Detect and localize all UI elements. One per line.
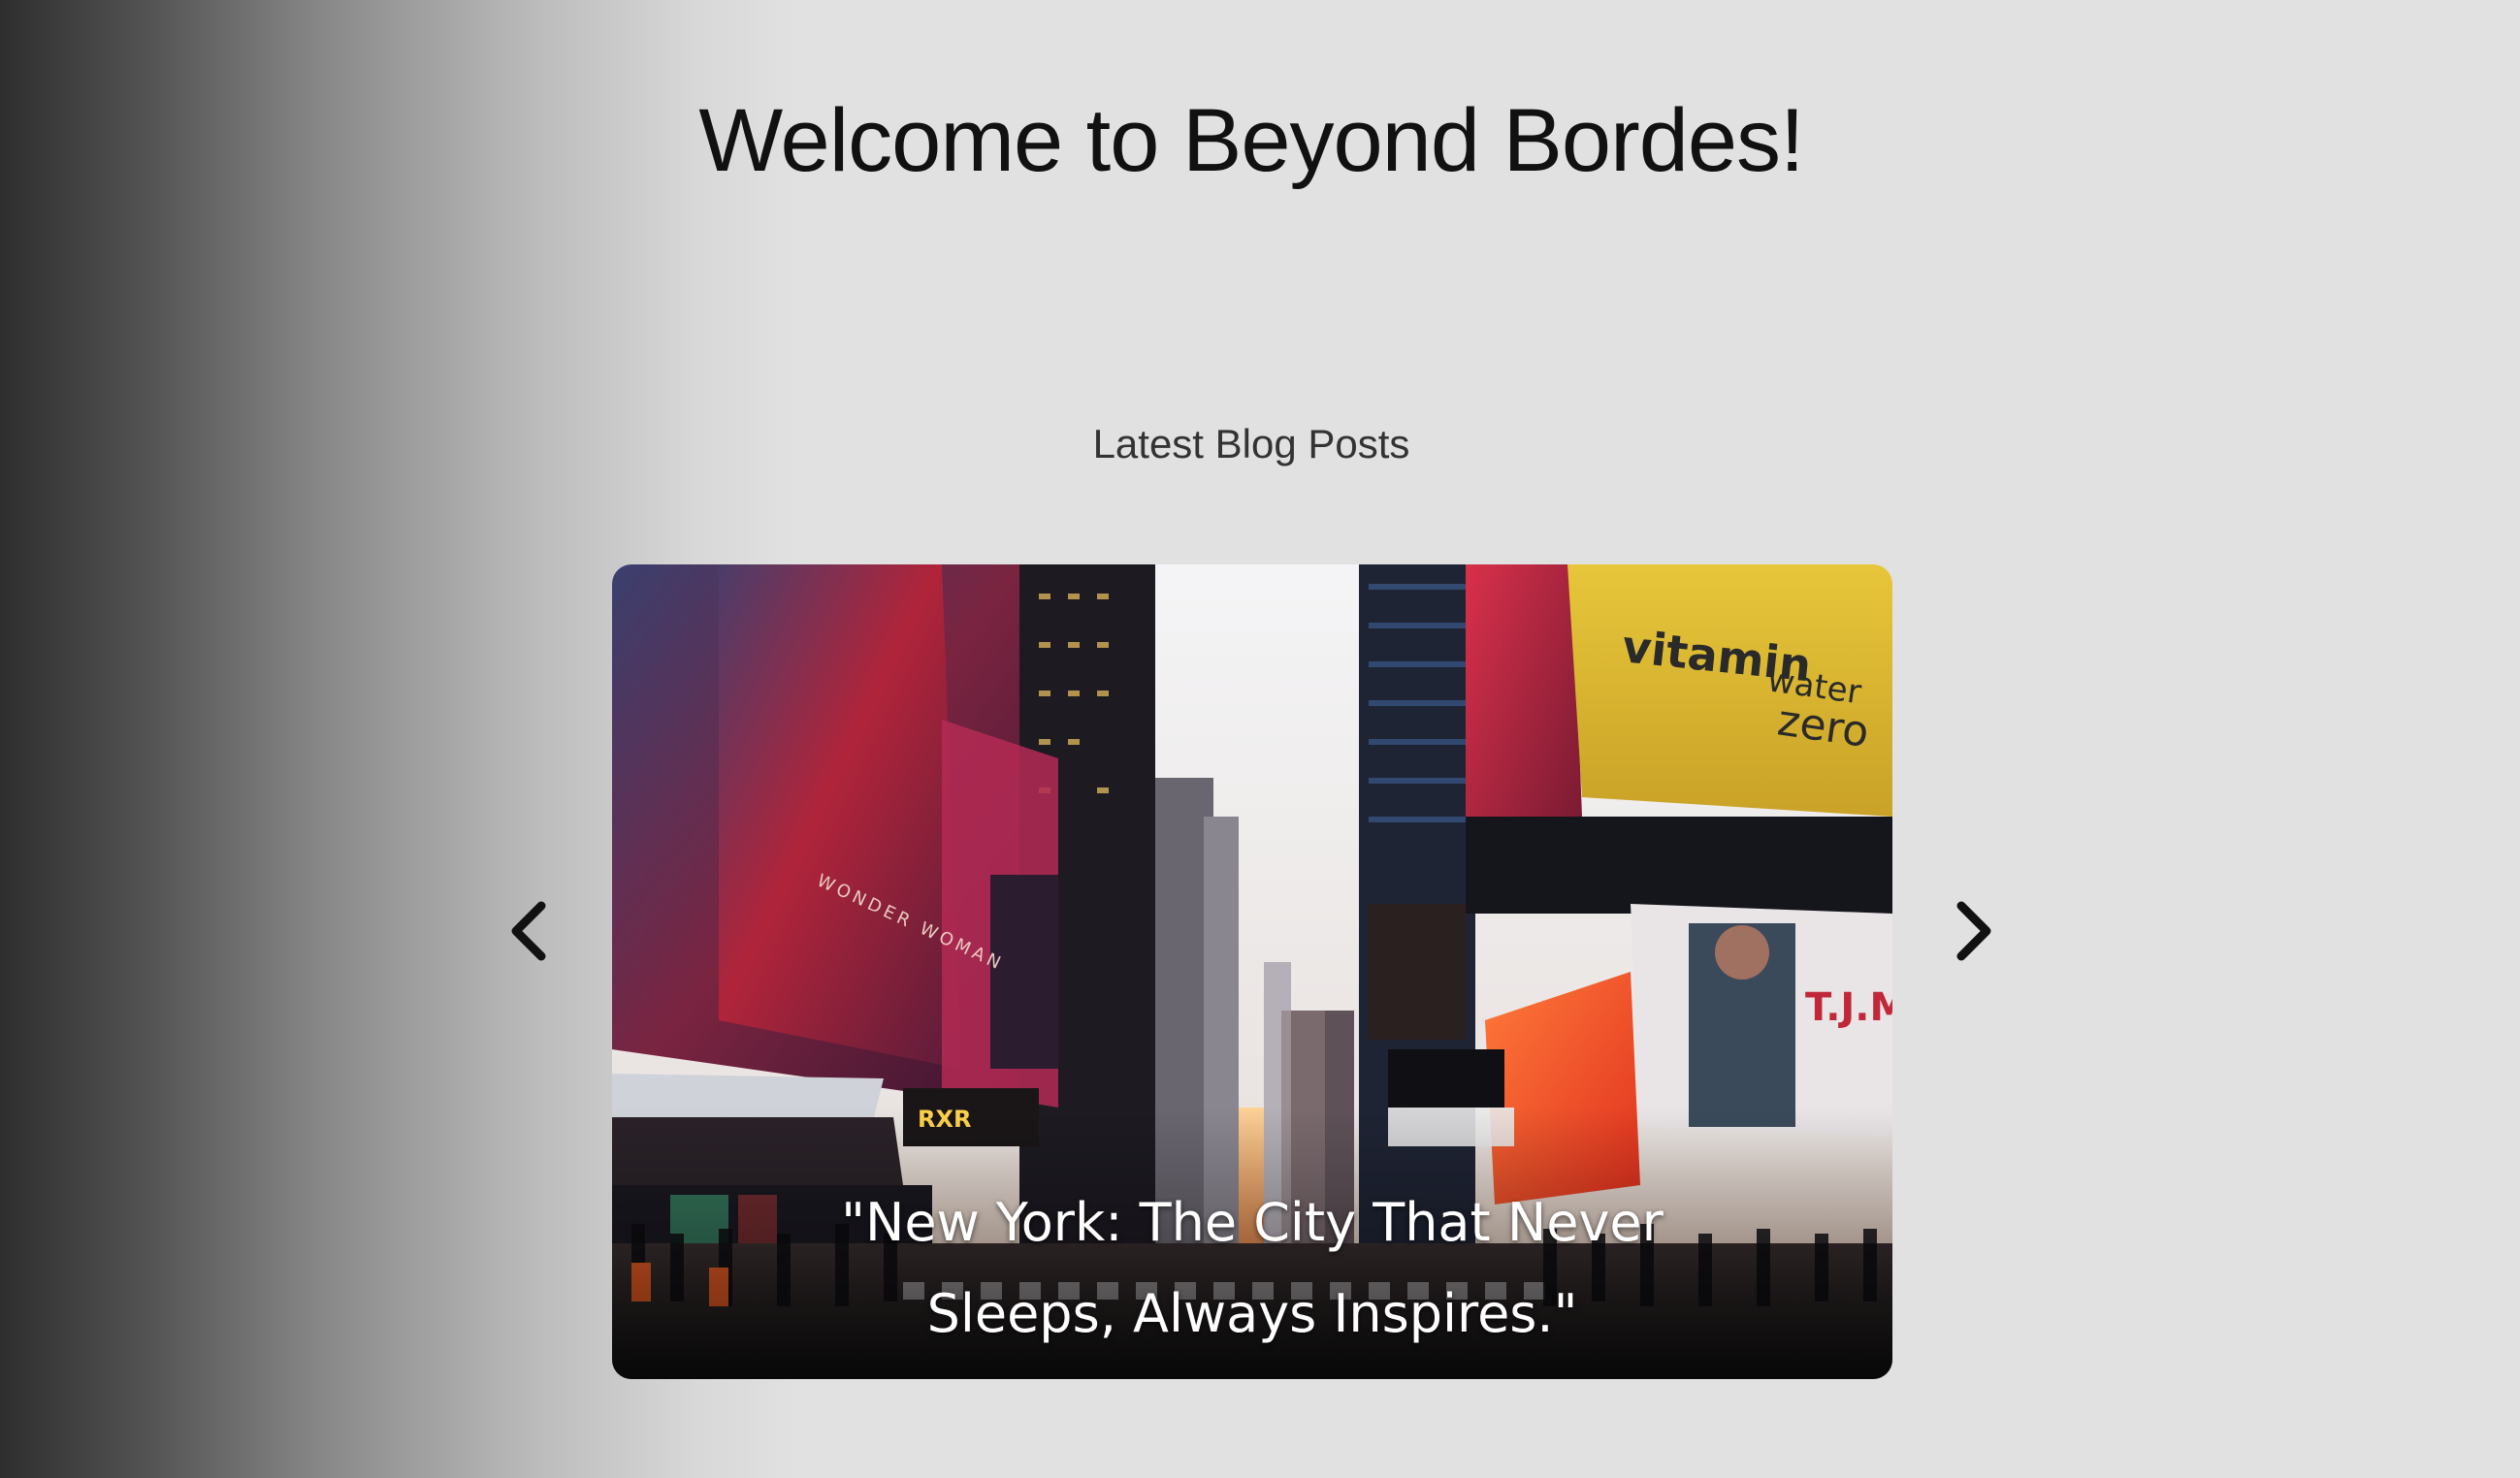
chevron-right-icon <box>1956 901 1991 961</box>
latest-blog-posts-heading: Latest Blog Posts <box>1092 421 1410 466</box>
chevron-left-icon <box>511 901 546 961</box>
carousel-next-button[interactable] <box>1930 887 2018 975</box>
blog-slide-card[interactable]: WONDER WOMAN RXR <box>612 564 1892 1379</box>
page-title: Welcome to Beyond Bordes! <box>698 91 1804 190</box>
svg-text:T.J.M: T.J.M <box>1805 985 1892 1030</box>
carousel-prev-button[interactable] <box>485 887 572 975</box>
blog-carousel: WONDER WOMAN RXR <box>0 0 2520 1478</box>
slide-caption: "New York: The City That Never Sleeps, A… <box>841 1192 1664 1344</box>
